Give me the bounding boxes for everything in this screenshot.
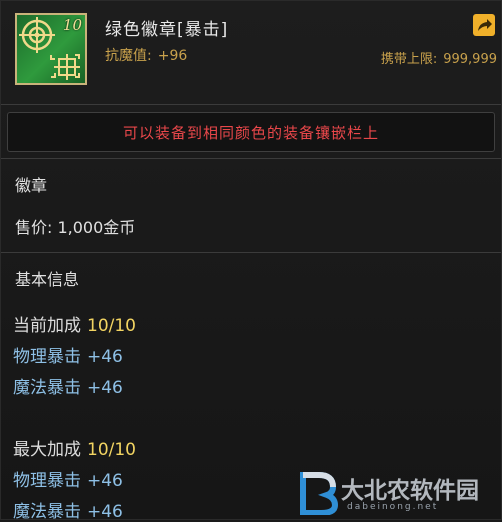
current-bonus-stat: 魔法暴击 +46 <box>13 373 123 398</box>
stat-name: 魔法暴击 <box>13 502 81 522</box>
magic-resist-row: 抗魔值: +96 <box>105 45 187 65</box>
watermark-text: 大北农软件园 <box>341 477 479 504</box>
stat-name: 物理暴击 <box>13 471 81 491</box>
carry-limit-value: 999,999 <box>443 52 497 67</box>
stat-value: +46 <box>87 347 123 367</box>
watermark-logo-icon <box>300 472 339 516</box>
carry-limit-row: 携带上限: 999,999 <box>381 48 497 67</box>
item-name: 绿色徽章[暴击] <box>105 20 229 40</box>
item-tooltip: 10 绿色徽章[暴击] 抗魔值: +96 携带上限: 999,999 可以装备到相同… <box>0 0 502 522</box>
current-bonus-label: 当前加成 <box>13 316 81 336</box>
price-divider <box>1 252 501 253</box>
magic-resist-value: +96 <box>157 48 188 64</box>
max-bonus-value: 10/10 <box>87 440 136 460</box>
warning-divider <box>1 158 501 159</box>
stat-name: 魔法暴击 <box>13 378 81 398</box>
item-category: 徽章 <box>15 176 48 195</box>
socket-warning: 可以装备到相同颜色的装备镶嵌栏上 <box>7 112 495 152</box>
magic-resist-label: 抗魔值: <box>105 48 152 64</box>
max-bonus-label: 最大加成 <box>13 440 81 460</box>
share-button[interactable] <box>473 14 495 36</box>
max-bonus-row: 最大加成 10/10 <box>13 435 136 460</box>
header-divider <box>1 104 501 105</box>
stat-value: +46 <box>87 502 123 522</box>
emblem-level-badge: 10 <box>62 16 82 34</box>
max-bonus-stat: 物理暴击 +46 <box>13 466 123 491</box>
share-icon <box>478 19 492 31</box>
site-watermark: 大北农软件园 dabeinong.net <box>299 471 495 517</box>
emblem-crosshair-icon: 10 <box>15 13 87 85</box>
current-bonus-value: 10/10 <box>87 316 136 336</box>
basic-info-title: 基本信息 <box>15 270 80 289</box>
carry-limit-label: 携带上限: <box>380 52 438 67</box>
max-bonus-stat: 魔法暴击 +46 <box>13 497 123 522</box>
stat-value: +46 <box>87 471 123 491</box>
current-bonus-row: 当前加成 10/10 <box>13 311 136 336</box>
sell-price: 售价: 1,000金币 <box>15 218 136 237</box>
stat-value: +46 <box>87 378 123 398</box>
stat-name: 物理暴击 <box>13 347 81 367</box>
current-bonus-stat: 物理暴击 +46 <box>13 342 123 367</box>
watermark-sub: dabeinong.net <box>347 502 439 512</box>
